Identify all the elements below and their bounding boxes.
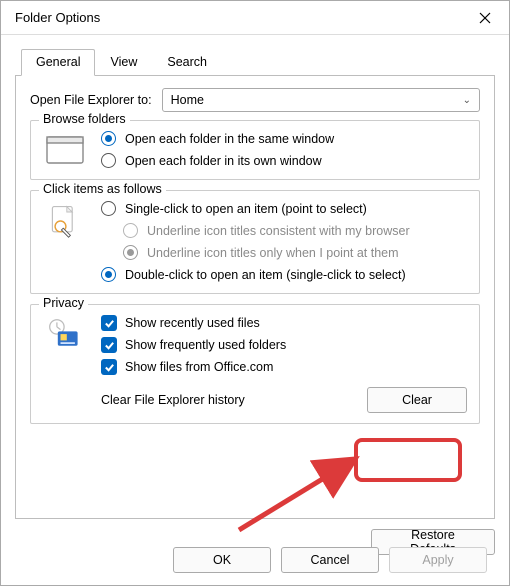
click-file-icon (45, 203, 85, 239)
checkbox-office[interactable]: Show files from Office.com (101, 359, 467, 375)
ok-button[interactable]: OK (173, 547, 271, 573)
radio-label: Underline icon titles only when I point … (147, 246, 399, 261)
apply-button[interactable]: Apply (389, 547, 487, 573)
checkbox-icon (101, 359, 117, 375)
checkbox-icon (101, 315, 117, 331)
checkbox-label: Show files from Office.com (125, 360, 273, 375)
radio-icon (101, 201, 117, 217)
open-explorer-dropdown[interactable]: Home ⌄ (162, 88, 480, 112)
checkbox-label: Show frequently used folders (125, 338, 286, 353)
radio-label: Double-click to open an item (single-cli… (125, 268, 406, 283)
radio-label: Open each folder in the same window (125, 132, 334, 147)
click-items-legend: Click items as follows (39, 182, 166, 196)
radio-label: Open each folder in its own window (125, 154, 322, 169)
checkbox-icon (101, 337, 117, 353)
open-explorer-value: Home (171, 93, 204, 107)
radio-label: Single-click to open an item (point to s… (125, 202, 367, 217)
chevron-down-icon: ⌄ (463, 95, 471, 106)
radio-icon (101, 267, 117, 283)
radio-icon (123, 245, 139, 261)
radio-own-window[interactable]: Open each folder in its own window (101, 153, 467, 169)
radio-double-click[interactable]: Double-click to open an item (single-cli… (101, 267, 467, 283)
tab-general[interactable]: General (21, 49, 95, 76)
privacy-legend: Privacy (39, 296, 88, 310)
window-icon (45, 133, 85, 169)
checkbox-label: Show recently used files (125, 316, 260, 331)
radio-underline-point: Underline icon titles only when I point … (123, 245, 467, 261)
radio-icon (101, 153, 117, 169)
open-explorer-label: Open File Explorer to: (30, 93, 152, 107)
radio-icon (101, 131, 117, 147)
radio-underline-browser: Underline icon titles consistent with my… (123, 223, 467, 239)
radio-icon (123, 223, 139, 239)
clear-button[interactable]: Clear (367, 387, 467, 413)
checkbox-recent-files[interactable]: Show recently used files (101, 315, 467, 331)
close-icon (479, 12, 491, 24)
browse-folders-legend: Browse folders (39, 112, 130, 126)
clear-history-label: Clear File Explorer history (101, 393, 245, 407)
tab-view[interactable]: View (95, 49, 152, 75)
radio-single-click[interactable]: Single-click to open an item (point to s… (101, 201, 467, 217)
radio-label: Underline icon titles consistent with my… (147, 224, 410, 239)
checkbox-frequent-folders[interactable]: Show frequently used folders (101, 337, 467, 353)
radio-same-window[interactable]: Open each folder in the same window (101, 131, 467, 147)
close-button[interactable] (471, 4, 499, 32)
privacy-icon (45, 317, 85, 353)
cancel-button[interactable]: Cancel (281, 547, 379, 573)
tab-search[interactable]: Search (152, 49, 222, 75)
dialog-title: Folder Options (15, 10, 100, 25)
